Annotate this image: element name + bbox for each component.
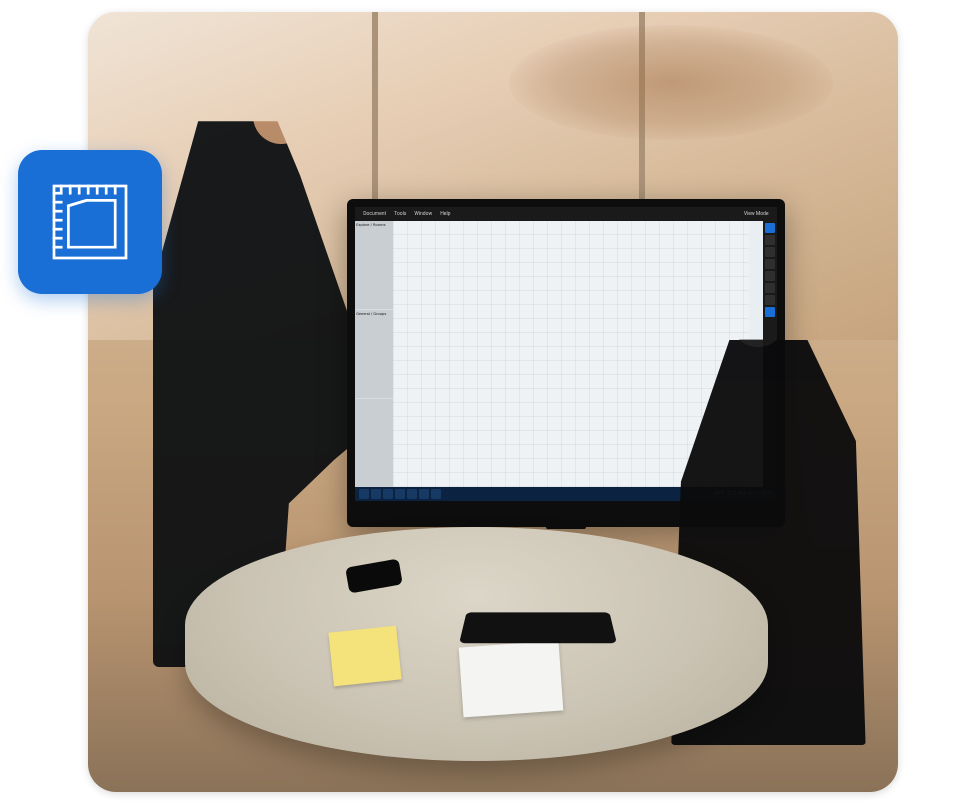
tool-active-icon xyxy=(765,223,775,233)
taskbar-app-icon xyxy=(383,489,393,499)
start-icon xyxy=(359,489,369,499)
taskbar-app-icon xyxy=(431,489,441,499)
panel-explore: Explore / Rooms xyxy=(355,221,393,309)
tool-icon xyxy=(765,235,775,245)
menu-help: Help xyxy=(440,211,450,217)
tool-icon xyxy=(765,271,775,281)
taskbar-app-icon xyxy=(407,489,417,499)
menu-window: Window xyxy=(414,211,432,217)
left-tool-panels: Explore / Rooms General / Groups xyxy=(355,221,393,487)
blueprint-icon-badge xyxy=(18,150,162,294)
panel-general: General / Groups xyxy=(355,310,393,398)
taskbar-app-icon xyxy=(371,489,381,499)
keyboard xyxy=(459,612,617,643)
background-trees xyxy=(509,25,833,140)
tool-icon xyxy=(765,295,775,305)
tool-active-icon xyxy=(765,307,775,317)
view-mode-label: View Mode xyxy=(744,211,769,217)
tool-icon xyxy=(765,259,775,269)
tool-icon xyxy=(765,283,775,293)
tool-icon xyxy=(765,247,775,257)
notepad xyxy=(458,641,563,718)
menu-tools: Tools xyxy=(394,211,406,217)
blueprint-icon xyxy=(45,177,135,267)
application-menubar: Document Tools Window Help View Mode xyxy=(355,207,776,221)
monitor-stand xyxy=(546,519,586,529)
panel-blank xyxy=(355,399,393,487)
taskbar-app-icon xyxy=(419,489,429,499)
taskbar-app-icon xyxy=(395,489,405,499)
office-table xyxy=(185,527,768,761)
promotional-photo: Document Tools Window Help View Mode Exp… xyxy=(88,12,898,792)
menu-document: Document xyxy=(363,211,386,217)
sticky-notes xyxy=(328,625,401,686)
